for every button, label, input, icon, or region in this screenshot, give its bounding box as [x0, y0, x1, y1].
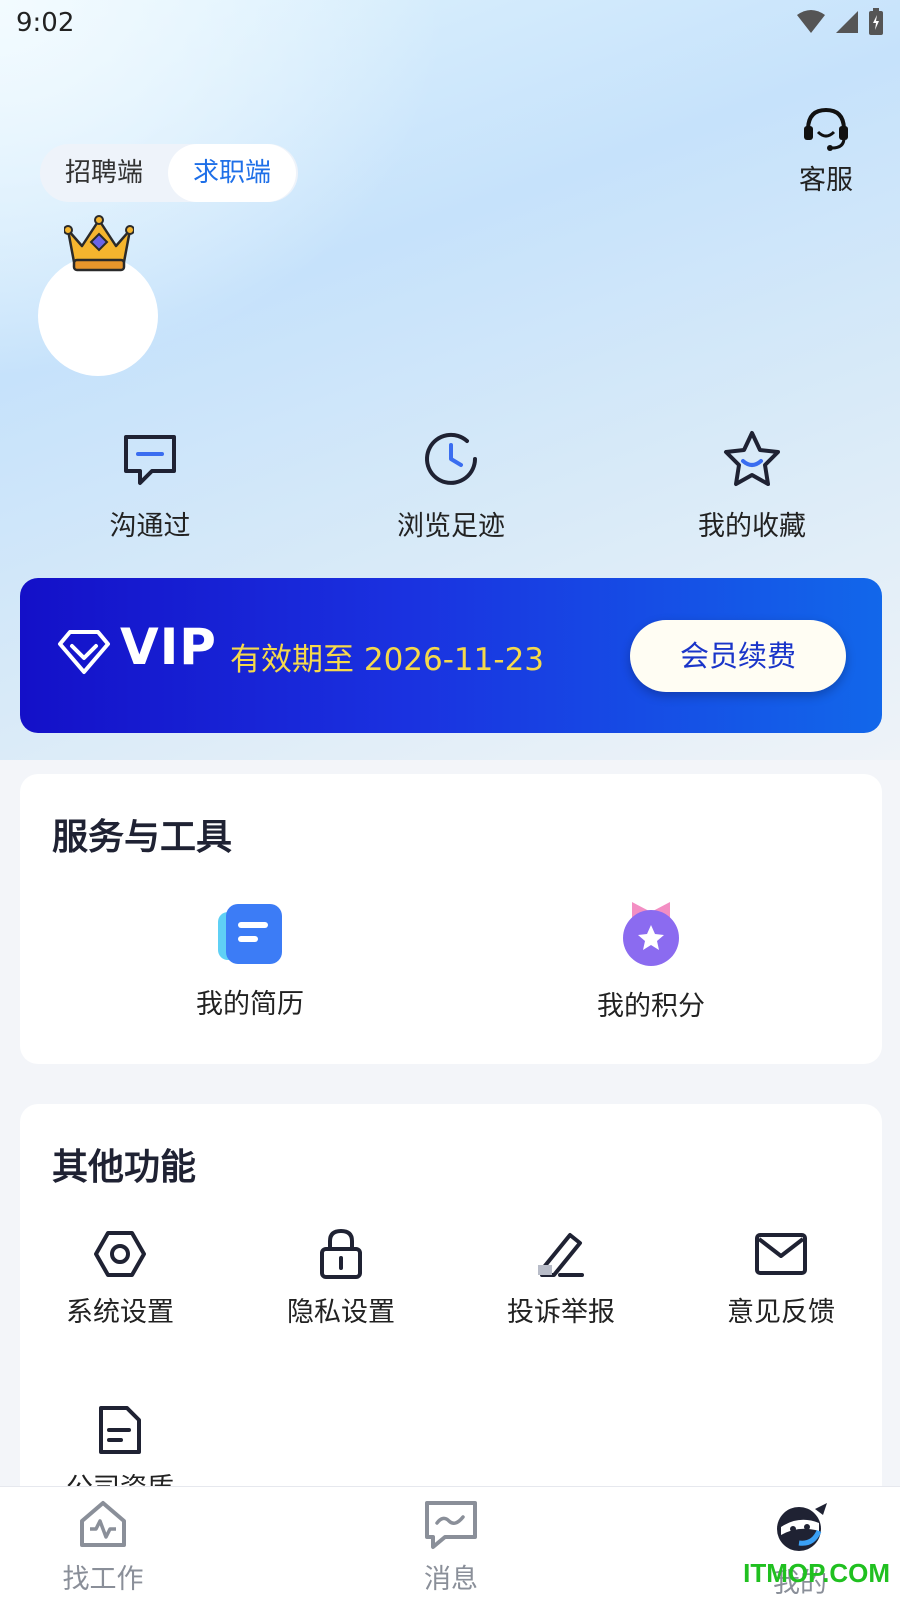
watermark: ITMOP.COM — [743, 1558, 890, 1588]
status-icons — [796, 8, 884, 36]
function-label: 系统设置 — [66, 1297, 174, 1328]
service-points[interactable]: 我的积分 — [551, 898, 751, 1023]
tab-label: 消息 — [424, 1564, 478, 1595]
battery-icon — [869, 8, 883, 35]
lock-icon — [320, 1228, 362, 1279]
tab-label: 找工作 — [62, 1564, 144, 1595]
tab-messages[interactable]: 消息 — [381, 1499, 521, 1596]
quick-action-history[interactable]: 浏览足迹 — [361, 424, 541, 543]
function-system-settings[interactable]: 系统设置 — [40, 1224, 200, 1329]
other-functions-title: 其他功能 — [52, 1147, 197, 1188]
diamond-icon — [58, 630, 110, 674]
vip-banner: VIP 有效期至 2026-11-23 会员续费 — [20, 578, 882, 733]
quick-actions: 沟通过 浏览足迹 我的收藏 — [0, 424, 900, 554]
services-title: 服务与工具 — [52, 817, 233, 858]
other-functions-card: 其他功能 系统设置 隐私设置 投诉举报 意见反馈 — [20, 1104, 882, 1524]
function-feedback[interactable]: 意见反馈 — [701, 1224, 861, 1329]
wifi-icon — [797, 10, 825, 33]
profile-icon — [777, 1503, 827, 1551]
resume-icon — [218, 904, 282, 964]
quick-action-chatted[interactable]: 沟通过 — [60, 424, 240, 543]
function-label: 意见反馈 — [727, 1297, 835, 1328]
customer-service-label: 客服 — [799, 165, 853, 196]
role-option-jobseeker[interactable]: 求职端 — [168, 144, 296, 202]
job-icon — [80, 1501, 126, 1547]
document-icon — [99, 1406, 141, 1454]
mail-icon — [755, 1233, 807, 1275]
function-complaint-report[interactable]: 投诉举报 — [481, 1224, 641, 1329]
service-label: 我的简历 — [196, 989, 304, 1020]
signal-icon — [836, 11, 858, 33]
status-bar: 9:02 — [0, 0, 900, 50]
function-label: 隐私设置 — [287, 1297, 395, 1328]
status-time: 9:02 — [16, 8, 75, 38]
service-resume[interactable]: 我的简历 — [150, 902, 350, 1021]
points-icon — [623, 902, 679, 966]
role-option-recruiter[interactable]: 招聘端 — [40, 144, 168, 202]
renew-membership-button[interactable]: 会员续费 — [630, 620, 846, 692]
quick-action-label: 沟通过 — [109, 511, 191, 542]
tab-find-job[interactable]: 找工作 — [33, 1499, 173, 1596]
customer-service-button[interactable]: 客服 — [788, 104, 864, 197]
chat-icon — [124, 435, 176, 485]
function-label: 投诉举报 — [507, 1297, 615, 1328]
quick-action-favorites[interactable]: 我的收藏 — [662, 424, 842, 543]
role-toggle: 招聘端 求职端 — [40, 144, 298, 202]
message-icon — [425, 1501, 477, 1549]
services-card: 服务与工具 我的简历 我的积分 — [20, 774, 882, 1064]
vip-expire-date: 有效期至 2026-11-23 — [230, 642, 545, 678]
function-privacy-settings[interactable]: 隐私设置 — [261, 1224, 421, 1329]
vip-title: VIP — [120, 618, 217, 676]
quick-action-label: 浏览足迹 — [397, 511, 505, 542]
edit-icon — [538, 1233, 584, 1277]
history-icon — [425, 432, 477, 485]
quick-action-label: 我的收藏 — [698, 511, 806, 542]
settings-icon — [94, 1231, 146, 1277]
headset-icon — [804, 107, 848, 151]
avatar[interactable] — [38, 256, 158, 376]
star-icon — [724, 431, 780, 486]
service-label: 我的积分 — [597, 991, 705, 1022]
crown-icon — [64, 215, 134, 272]
